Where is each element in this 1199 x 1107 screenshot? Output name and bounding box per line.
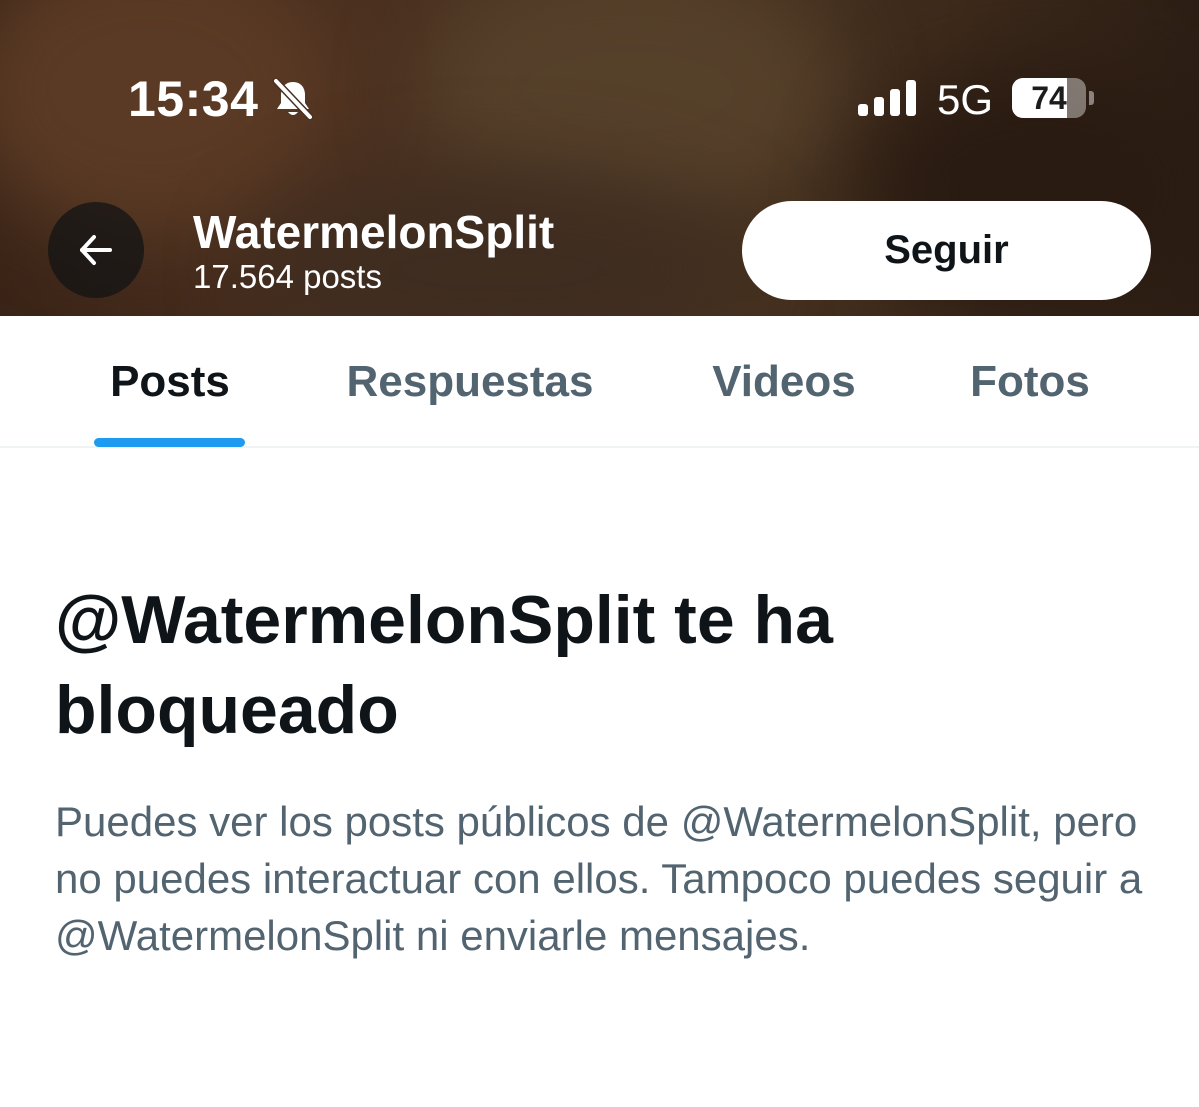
blocked-description: Puedes ver los posts públicos de @Waterm… xyxy=(55,798,1143,959)
active-tab-indicator xyxy=(94,438,245,447)
follow-button[interactable]: Seguir xyxy=(742,201,1151,300)
tab-respuestas[interactable]: Respuestas xyxy=(320,316,620,448)
cellular-signal-icon xyxy=(858,80,916,116)
network-type: 5G xyxy=(937,76,994,123)
bell-slash-icon xyxy=(272,78,314,120)
profile-header: 15:34 5G 74 WatermelonSplit 17.564 posts… xyxy=(0,0,1199,316)
profile-name: WatermelonSplit xyxy=(193,206,555,258)
blocked-title: @WatermelonSplit te ha bloqueado xyxy=(55,582,833,748)
battery-icon: 74 xyxy=(1012,78,1086,118)
status-time: 15:34 xyxy=(128,71,259,127)
post-count: 17.564 posts xyxy=(193,258,382,295)
profile-tabs: Posts Respuestas Videos Fotos xyxy=(0,316,1199,448)
battery-level: 74 xyxy=(1031,80,1067,116)
status-bar: 15:34 5G 74 xyxy=(0,0,1199,190)
battery-cap xyxy=(1089,91,1094,105)
back-button[interactable] xyxy=(48,202,144,298)
tab-posts[interactable]: Posts xyxy=(70,316,270,448)
tab-videos[interactable]: Videos xyxy=(684,316,884,448)
arrow-left-icon xyxy=(80,235,112,265)
tab-fotos[interactable]: Fotos xyxy=(940,316,1120,448)
